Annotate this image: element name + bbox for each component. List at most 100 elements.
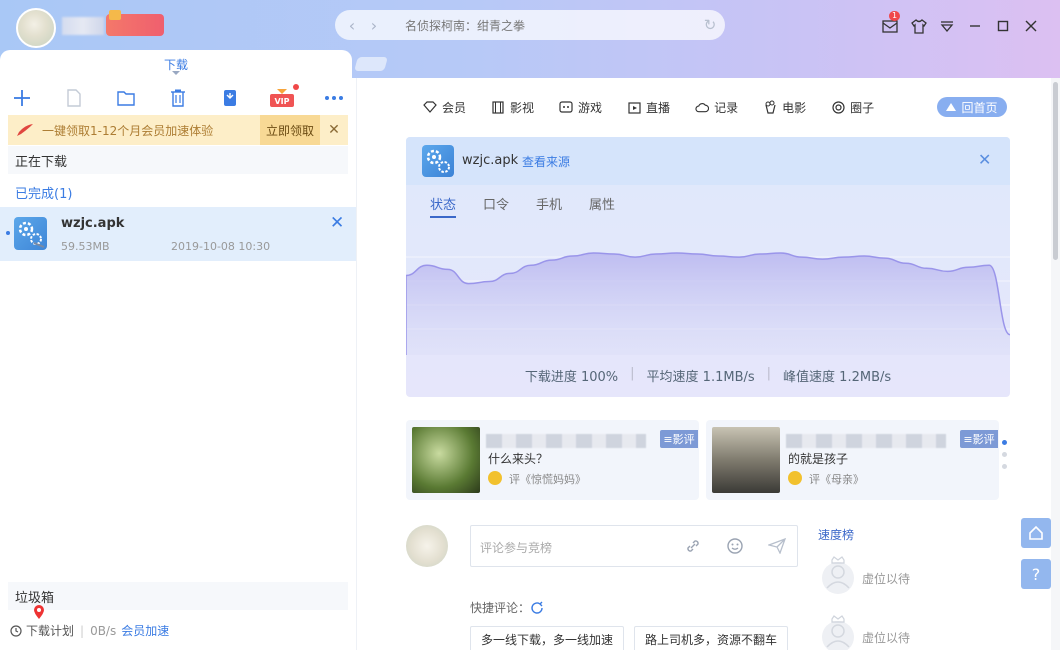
- section-downloading[interactable]: 正在下载: [8, 146, 348, 174]
- clock-icon: [10, 624, 22, 637]
- browser-tab[interactable]: [354, 57, 388, 71]
- placeholder-avatar-icon: [822, 615, 854, 650]
- title-bar: ‹ › 名侦探柯南：绀青之拳 ↻ 1 下载: [0, 0, 1060, 78]
- trash-icon: [171, 89, 185, 107]
- pager-dot[interactable]: [1002, 464, 1007, 469]
- menu-button[interactable]: [933, 12, 961, 40]
- skin-button[interactable]: [905, 12, 933, 40]
- promo-close-icon[interactable]: ✕: [320, 122, 348, 138]
- tab-status[interactable]: 状态: [430, 194, 457, 218]
- ranking-slot: 虚位以待: [822, 615, 911, 650]
- help-button[interactable]: ?: [1021, 559, 1051, 589]
- user-avatar[interactable]: [16, 8, 56, 48]
- address-bar[interactable]: ‹ › 名侦探柯南：绀青之拳 ↻: [335, 10, 725, 40]
- scrollbar[interactable]: [1051, 78, 1060, 650]
- remove-item-icon[interactable]: ✕: [330, 213, 344, 233]
- open-folder-button[interactable]: [112, 86, 140, 110]
- plus-icon: [14, 90, 30, 106]
- search-text[interactable]: 名侦探柯南：绀青之拳: [405, 17, 695, 34]
- speed-curve-area: [406, 253, 1010, 355]
- phone-transfer-button[interactable]: [216, 86, 244, 110]
- nav-item-video[interactable]: 影视: [491, 99, 534, 116]
- maximize-button[interactable]: [989, 12, 1017, 40]
- new-task-button[interactable]: [8, 86, 36, 110]
- nav-item-live[interactable]: 直播: [627, 99, 670, 116]
- message-button[interactable]: 1: [876, 11, 904, 40]
- rocket-icon: [17, 124, 33, 136]
- home-button[interactable]: 回首页: [937, 97, 1007, 117]
- review-card[interactable]: ≡ 影评 的就是孩子 评《母亲》: [706, 420, 999, 500]
- quick-comment: 快捷评论：: [470, 599, 544, 616]
- task-close-icon[interactable]: ✕: [978, 150, 991, 169]
- nav-label: 圈子: [850, 100, 875, 115]
- nav-label: 影视: [510, 100, 535, 115]
- download-plan-link[interactable]: 下载计划: [26, 622, 74, 639]
- review-card[interactable]: ≡ 影评 什么来头？ 评《惊慌妈妈》: [406, 420, 699, 500]
- vip-accelerate-link[interactable]: 会员加速: [121, 622, 169, 639]
- more-icon: [325, 96, 343, 100]
- svg-text:VIP: VIP: [274, 97, 289, 106]
- claim-button[interactable]: 立即领取: [260, 115, 320, 145]
- pager-dot[interactable]: [1002, 452, 1007, 457]
- vip-badge-blurred[interactable]: [106, 10, 164, 36]
- mail-badge: 1: [889, 11, 901, 21]
- nav-item-history[interactable]: 记录: [695, 99, 738, 116]
- back-icon[interactable]: ‹: [341, 16, 363, 35]
- film-icon: [491, 100, 505, 114]
- more-button[interactable]: [320, 86, 348, 110]
- nav-item-circle[interactable]: 圈子: [831, 99, 874, 116]
- close-button[interactable]: [1017, 12, 1045, 40]
- file-name: wzjc.apk: [61, 216, 125, 231]
- scrollbar-thumb[interactable]: [1053, 82, 1058, 260]
- send-icon[interactable]: [767, 536, 787, 556]
- section-completed[interactable]: 已完成(1): [15, 183, 72, 202]
- download-panel: VIP 一键领取1-12个月会员加速体验 立即领取 ✕ 正在下载 已完成(1) …: [0, 78, 356, 650]
- delete-button[interactable]: [164, 86, 192, 110]
- nav-item-movies[interactable]: 电影: [763, 99, 806, 116]
- emoji-icon[interactable]: [725, 536, 745, 556]
- minimize-button[interactable]: [961, 12, 989, 40]
- task-file-name: wzjc.apk: [462, 153, 519, 168]
- current-speed: 0B/s: [90, 623, 117, 638]
- content-panel: 会员 影视 游戏 直播 记录 电影 圈子 回首页 wzjc.apk 查看来源 ✕…: [356, 78, 1060, 650]
- tab-phone[interactable]: 手机: [536, 194, 562, 213]
- avg-speed-stat: 平均速度 1.1MB/s: [646, 370, 755, 385]
- status-bar: 下载计划 | 0B/s 会员加速: [10, 622, 169, 639]
- vip-button[interactable]: VIP: [268, 84, 299, 110]
- tab-password[interactable]: 口令: [483, 194, 509, 213]
- tab-download[interactable]: 下载: [0, 50, 352, 78]
- review-tag: ≡ 影评: [660, 430, 698, 448]
- comment-input[interactable]: 评论参与竞榜: [470, 525, 798, 567]
- view-source-link[interactable]: 查看来源: [522, 153, 570, 170]
- placeholder-avatar-icon: [822, 556, 854, 594]
- refresh-icon[interactable]: ↻: [695, 16, 725, 34]
- download-item[interactable]: wzjc.apk 59.53MB 2019-10-08 10:30 ✕: [0, 207, 356, 261]
- comment-placeholder: 评论参与竞榜: [480, 541, 553, 555]
- ranking-slot-label: 虚位以待: [862, 630, 911, 645]
- link-icon[interactable]: [683, 536, 703, 556]
- circle-icon: [831, 100, 845, 114]
- review-movie-ref: 评《母亲》: [809, 473, 864, 486]
- open-file-button[interactable]: [60, 86, 88, 110]
- quick-comment-button[interactable]: 多一线下载，多一线加速: [470, 626, 624, 650]
- close-icon: [1025, 20, 1037, 32]
- status-separator: |: [80, 623, 85, 638]
- vip-icon: VIP: [270, 89, 294, 107]
- section-trash[interactable]: 垃圾箱: [8, 582, 348, 610]
- triangle-up-icon: [946, 103, 957, 111]
- vip-notification-dot: [293, 84, 299, 90]
- home-float-button[interactable]: [1021, 518, 1051, 548]
- pager-dot-active[interactable]: [1002, 440, 1007, 445]
- refresh-icon[interactable]: [530, 601, 544, 615]
- dropdown-menu-icon: [940, 21, 954, 32]
- diamond-icon: [423, 100, 437, 114]
- review-thumbnail: [712, 427, 780, 493]
- quick-comment-button[interactable]: 路上司机多，资源不翻车: [634, 626, 788, 650]
- minimize-icon: [970, 25, 980, 27]
- forward-icon[interactable]: ›: [363, 16, 385, 35]
- home-icon: [1029, 525, 1043, 540]
- gamepad-icon: [559, 100, 573, 114]
- tab-properties[interactable]: 属性: [589, 194, 615, 213]
- nav-item-games[interactable]: 游戏: [559, 99, 602, 116]
- nav-item-vip[interactable]: 会员: [423, 99, 466, 116]
